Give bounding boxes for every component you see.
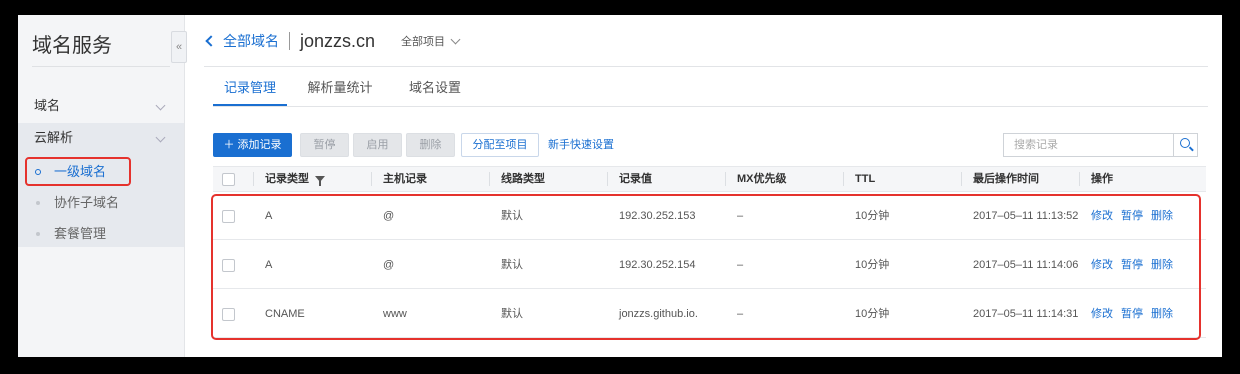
column-separator <box>1079 172 1080 186</box>
pause-button[interactable]: 暂停 <box>300 133 349 157</box>
column-header-actions: 操作 <box>1091 173 1113 185</box>
back-link[interactable]: 全部域名 <box>223 31 279 51</box>
search-box <box>1003 133 1198 157</box>
add-record-label: 添加记录 <box>237 139 282 151</box>
tab-query-statistics[interactable]: 解析量统计 <box>287 78 393 106</box>
column-separator <box>607 172 608 186</box>
search-input[interactable] <box>1004 134 1174 156</box>
chevron-down-icon <box>155 132 166 143</box>
sidebar-section-label: 云解析 <box>34 130 74 145</box>
delete-button[interactable]: 删除 <box>406 133 455 157</box>
sidebar-item-label: 套餐管理 <box>54 226 107 241</box>
bullet-icon <box>36 232 40 236</box>
tab-bar: 记录管理 解析量统计 域名设置 <box>213 78 477 106</box>
sidebar-divider <box>32 66 170 67</box>
sidebar-item-subdomain[interactable]: 协作子域名 <box>18 190 184 216</box>
column-separator <box>253 172 254 186</box>
sidebar-section-dns[interactable]: 云解析 <box>18 123 184 153</box>
plus-icon: ＋ <box>223 139 235 151</box>
column-separator <box>489 172 490 186</box>
sidebar-item-package[interactable]: 套餐管理 <box>18 221 184 247</box>
assign-project-button[interactable]: 分配至项目 <box>461 133 539 157</box>
tab-record-management[interactable]: 记录管理 <box>213 78 287 106</box>
project-dropdown-label: 全部项目 <box>401 36 446 48</box>
collapse-sidebar-button[interactable]: « <box>171 31 187 63</box>
back-arrow-icon[interactable] <box>205 35 217 47</box>
column-separator <box>961 172 962 186</box>
page-header: 全部域名 jonzzs.cn 全部项目 <box>205 28 461 54</box>
column-separator <box>371 172 372 186</box>
sidebar-title: 域名服务 <box>32 35 112 57</box>
highlight-box-sidebar <box>25 157 131 186</box>
search-button[interactable] <box>1173 134 1197 156</box>
table-header: 记录类型 主机记录 线路类型 记录值 MX优先级 TTL 最后操作时间 操作 <box>213 166 1206 192</box>
header-divider-line <box>204 66 1208 67</box>
enable-button[interactable]: 启用 <box>353 133 402 157</box>
column-header-mx: MX优先级 <box>737 173 787 185</box>
header-divider <box>289 32 290 50</box>
highlight-box-records <box>211 194 1201 340</box>
column-separator <box>725 172 726 186</box>
tab-domain-settings[interactable]: 域名设置 <box>393 78 477 106</box>
quick-setup-link[interactable]: 新手快速设置 <box>548 133 614 157</box>
column-header-time: 最后操作时间 <box>973 173 1039 185</box>
column-header-type: 记录类型 <box>265 167 325 191</box>
search-icon-handle <box>1189 146 1194 152</box>
bullet-icon <box>36 201 40 205</box>
tab-divider-line <box>213 106 1208 107</box>
app-window: 域名服务 域名 云解析 一级域名 协作子域名 套餐管理 « 全部域名 jonzz… <box>18 15 1222 357</box>
project-dropdown[interactable]: 全部项目 <box>401 33 461 49</box>
chevron-down-icon <box>450 34 461 44</box>
sidebar-section-label: 域名 <box>34 98 61 113</box>
add-record-button[interactable]: ＋ 添加记录 <box>213 133 292 157</box>
domain-title: jonzzs.cn <box>300 30 376 51</box>
column-header-host: 主机记录 <box>383 173 427 185</box>
sidebar-item-label: 协作子域名 <box>54 195 120 210</box>
sidebar-section-domain[interactable]: 域名 <box>18 91 184 121</box>
column-header-label: 记录类型 <box>265 173 309 185</box>
column-header-ttl: TTL <box>855 173 876 185</box>
filter-icon[interactable] <box>315 176 325 187</box>
column-header-value: 记录值 <box>619 173 652 185</box>
column-separator <box>843 172 844 186</box>
select-all-checkbox[interactable] <box>222 173 235 186</box>
chevron-down-icon <box>155 100 166 111</box>
column-header-line: 线路类型 <box>501 173 545 185</box>
sidebar: 域名服务 域名 云解析 一级域名 协作子域名 套餐管理 <box>18 15 185 357</box>
